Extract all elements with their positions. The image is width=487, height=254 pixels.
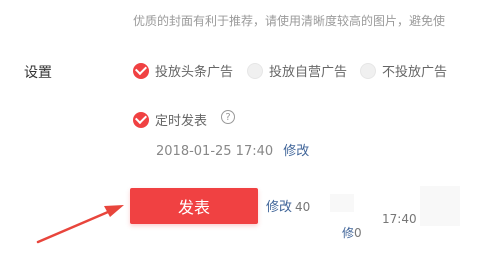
annotation-arrow-icon xyxy=(36,205,124,244)
